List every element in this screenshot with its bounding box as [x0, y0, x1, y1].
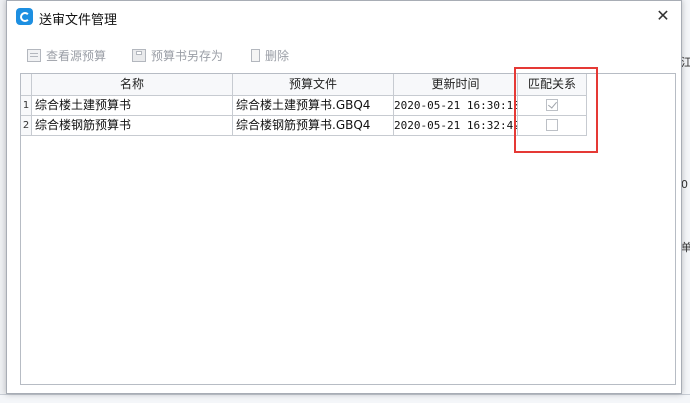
cell-file[interactable]: 综合楼钢筋预算书.GBQ4	[233, 116, 394, 136]
cell-name[interactable]: 综合楼土建预算书	[32, 96, 233, 116]
save-icon	[132, 48, 146, 62]
view-source-budget-button[interactable]: 查看源预算	[27, 45, 106, 65]
view-source-budget-label: 查看源预算	[46, 48, 107, 63]
delete-button[interactable]: 删除	[251, 45, 289, 65]
background-text-fragment: 江	[681, 56, 690, 69]
cell-time[interactable]: 2020-05-21 16:32:42	[394, 116, 518, 136]
delete-icon	[251, 48, 260, 62]
row-number: 1	[21, 96, 32, 116]
delete-label: 删除	[265, 48, 290, 63]
save-as-button[interactable]: 预算书另存为	[132, 45, 223, 65]
match-checkbox[interactable]	[546, 119, 558, 131]
background-text-fragment: 单	[681, 241, 690, 254]
file-management-dialog: 送审文件管理 ✕ 查看源预算 预算书另存为 删除 名称 预算文件 更新时间 匹配…	[6, 0, 682, 394]
cell-name[interactable]: 综合楼钢筋预算书	[32, 116, 233, 136]
row-number: 2	[21, 116, 32, 136]
column-header-file[interactable]: 预算文件	[233, 74, 394, 96]
save-as-label: 预算书另存为	[151, 48, 224, 63]
background-text-fragment: 0	[681, 178, 688, 191]
toolbar: 查看源预算 预算书另存为 删除	[7, 41, 681, 69]
title-bar[interactable]: 送审文件管理 ✕	[7, 1, 681, 33]
match-checkbox[interactable]	[546, 99, 558, 111]
cell-match[interactable]	[518, 116, 587, 136]
app-logo-icon	[16, 8, 33, 25]
view-document-icon	[27, 48, 41, 62]
column-header-time[interactable]: 更新时间	[394, 74, 518, 96]
cell-time[interactable]: 2020-05-21 16:30:10	[394, 96, 518, 116]
column-header-match[interactable]: 匹配关系	[518, 74, 587, 96]
close-button[interactable]: ✕	[651, 5, 675, 27]
column-header-name[interactable]: 名称	[32, 74, 233, 96]
file-table: 名称 预算文件 更新时间 匹配关系 1 综合楼土建预算书 综合楼土建预算书.GB…	[20, 73, 676, 385]
cell-match[interactable]	[518, 96, 587, 116]
dialog-title: 送审文件管理	[39, 13, 118, 28]
cell-file[interactable]: 综合楼土建预算书.GBQ4	[233, 96, 394, 116]
row-number-header	[21, 74, 32, 96]
